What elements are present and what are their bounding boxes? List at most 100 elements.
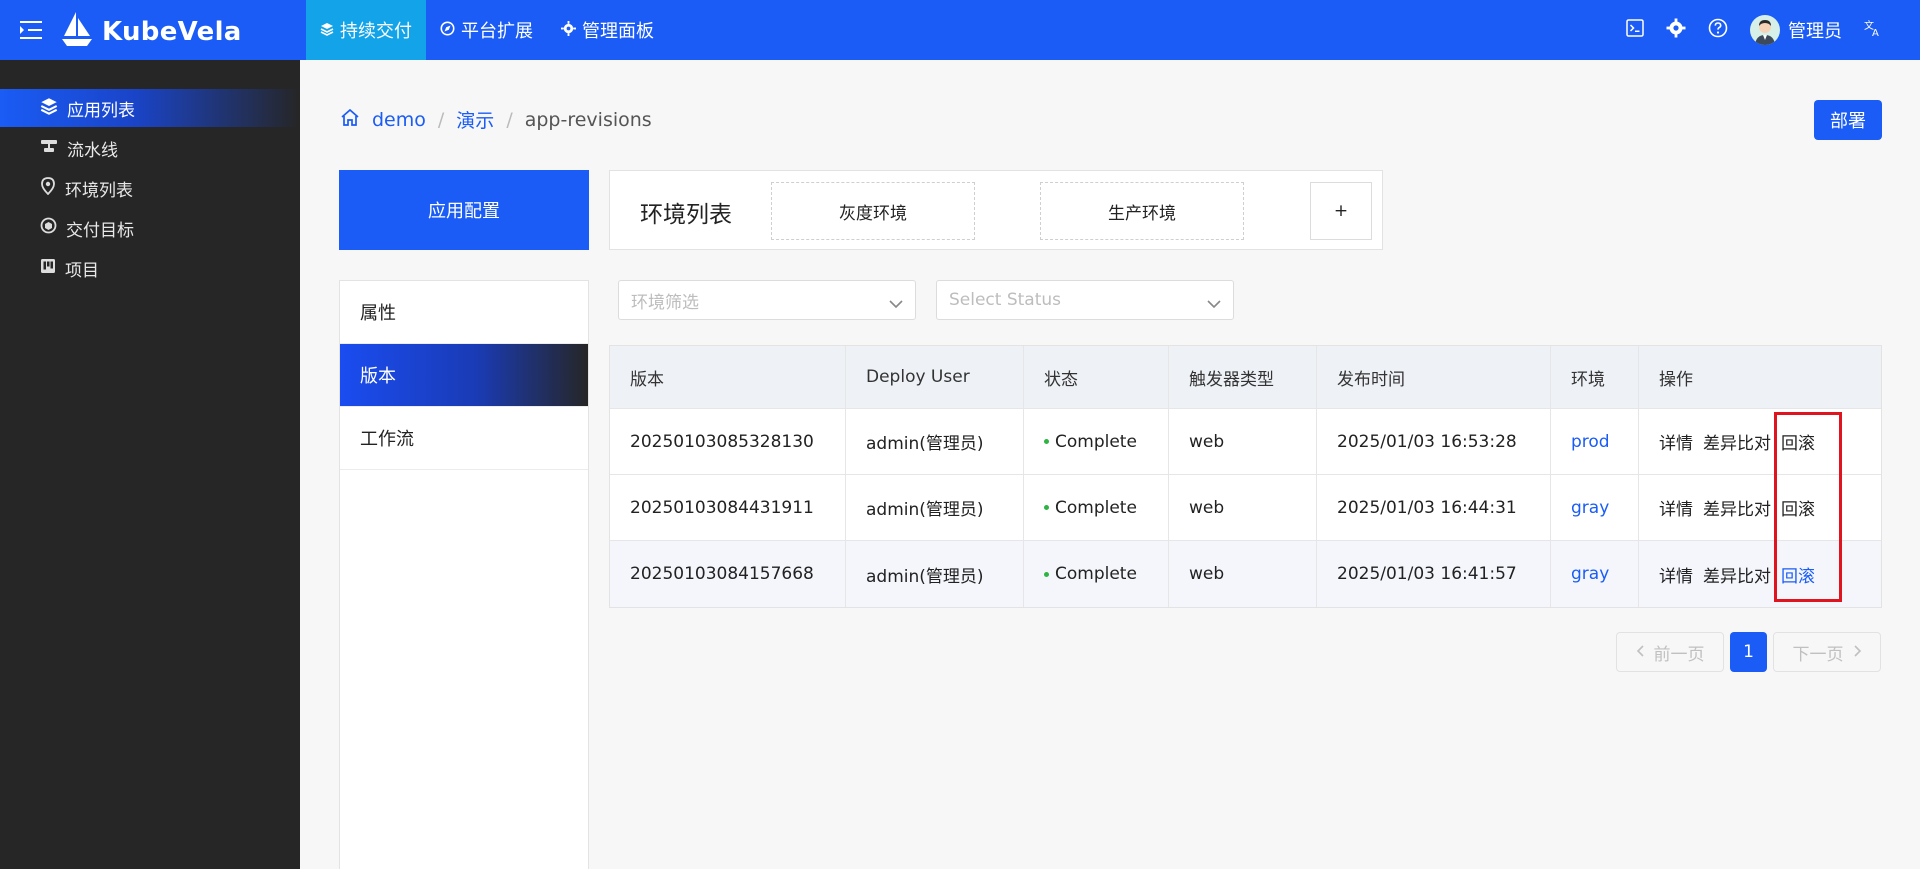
deploy-button[interactable]: 部署	[1814, 100, 1882, 140]
column-header-trigger: 触发器类型	[1169, 346, 1317, 408]
cell-trigger: web	[1169, 409, 1317, 474]
svg-text:A: A	[1872, 28, 1879, 37]
terminal-icon[interactable]	[1626, 18, 1644, 42]
environment-link[interactable]: gray	[1571, 498, 1609, 518]
previous-page-button[interactable]: 前一页	[1616, 632, 1724, 672]
cell-version: 20250103084157668	[610, 541, 846, 607]
compass-icon	[440, 20, 455, 41]
detail-action[interactable]: 详情	[1659, 562, 1693, 587]
sidebar-item-targets[interactable]: 交付目标	[0, 209, 300, 247]
sidebar-item-label: 交付目标	[66, 220, 134, 241]
tab-workflow[interactable]: 工作流	[340, 407, 588, 470]
gear-icon	[561, 20, 576, 41]
breadcrumb-separator: /	[506, 108, 513, 131]
cell-version: 20250103085328130	[610, 409, 846, 474]
environment-list-title: 环境列表	[640, 202, 732, 228]
cell-publish-time: 2025/01/03 16:44:31	[1317, 475, 1551, 540]
app-config-button[interactable]: 应用配置	[339, 170, 589, 250]
app-logo[interactable]: KubeVela	[60, 10, 242, 53]
detail-action[interactable]: 详情	[1659, 429, 1693, 454]
sailboat-icon	[60, 10, 94, 53]
nav-label: 管理面板	[582, 21, 654, 42]
nav-label: 平台扩展	[461, 21, 533, 42]
nav-admin-panel[interactable]: 管理面板	[547, 0, 668, 60]
next-page-button[interactable]: 下一页	[1773, 632, 1881, 672]
environment-link[interactable]: gray	[1571, 564, 1609, 584]
top-bar: KubeVela 持续交付 平台扩展 管理面板 管理员 文A	[0, 0, 1920, 60]
sidebar-item-projects[interactable]: 项目	[0, 249, 300, 287]
sidebar-item-environments[interactable]: 环境列表	[0, 169, 300, 207]
sidebar-item-label: 流水线	[67, 140, 118, 161]
environment-list: 环境列表 灰度环境 生产环境 +	[609, 170, 1383, 250]
column-header-publish-time: 发布时间	[1317, 346, 1551, 408]
add-environment-button[interactable]: +	[1310, 182, 1372, 240]
logo-text: KubeVela	[102, 16, 242, 47]
breadcrumb-separator: /	[437, 108, 445, 131]
column-header-environment: 环境	[1551, 346, 1639, 408]
chevron-down-icon	[1207, 294, 1221, 314]
revisions-table: 版本 Deploy User 状态 触发器类型 发布时间 环境 操作 20250…	[609, 345, 1882, 608]
cell-environment: gray	[1551, 475, 1639, 540]
cell-actions: 详情 差异比对 回滚	[1639, 475, 1881, 540]
highlight-annotation-box	[1774, 412, 1842, 602]
nav-continuous-delivery[interactable]: 持续交付	[306, 0, 426, 60]
diff-action[interactable]: 差异比对	[1703, 562, 1771, 587]
chevron-left-icon	[1636, 642, 1644, 662]
sidebar: 应用列表 流水线 环境列表 交付目标 项目	[0, 60, 300, 869]
breadcrumb-current: app-revisions	[524, 108, 652, 131]
status-text: Complete	[1055, 497, 1137, 518]
next-page-label: 下一页	[1792, 644, 1844, 665]
status-filter-select[interactable]: Select Status	[936, 280, 1234, 320]
tab-revisions[interactable]: 版本	[340, 344, 588, 407]
menu-icon[interactable]	[20, 19, 44, 41]
cell-trigger: web	[1169, 475, 1317, 540]
cell-actions: 详情 差异比对 回滚	[1639, 409, 1881, 474]
help-icon[interactable]	[1708, 18, 1728, 43]
cell-deploy-user: admin(管理员)	[846, 541, 1024, 607]
detail-action[interactable]: 详情	[1659, 495, 1693, 520]
user-name: 管理员	[1788, 21, 1842, 42]
env-card-gray[interactable]: 灰度环境	[771, 182, 975, 240]
home-icon[interactable]	[340, 108, 360, 132]
diff-action[interactable]: 差异比对	[1703, 429, 1771, 454]
chevron-right-icon	[1853, 642, 1862, 662]
breadcrumb-app[interactable]: 演示	[456, 106, 494, 133]
column-header-deploy-user: Deploy User	[846, 346, 1024, 408]
sidebar-item-label: 项目	[65, 260, 99, 281]
column-header-actions: 操作	[1659, 369, 1693, 390]
table-row: 20250103084431911 admin(管理员) Complete we…	[610, 475, 1881, 541]
breadcrumb: demo / 演示 / app-revisions	[340, 106, 652, 133]
target-icon	[40, 217, 57, 239]
environment-filter-select[interactable]: 环境筛选	[618, 280, 916, 320]
layers-icon	[40, 97, 58, 120]
status-dot	[1044, 571, 1049, 577]
tab-properties[interactable]: 属性	[340, 281, 588, 344]
diff-action[interactable]: 差异比对	[1703, 495, 1771, 520]
column-header-status: 状态	[1024, 346, 1169, 408]
chevron-down-icon	[889, 294, 903, 314]
sidebar-item-applications[interactable]: 应用列表	[0, 89, 300, 127]
project-board-icon	[40, 258, 56, 279]
nav-platform-extension[interactable]: 平台扩展	[426, 0, 547, 60]
cell-deploy-user: admin(管理员)	[846, 475, 1024, 540]
sidebar-item-pipelines[interactable]: 流水线	[0, 129, 300, 167]
status-text: Complete	[1055, 431, 1137, 452]
user-menu[interactable]: 管理员	[1750, 15, 1842, 45]
environment-link[interactable]: prod	[1571, 432, 1610, 452]
nav-label: 持续交付	[340, 21, 412, 42]
settings-icon[interactable]	[1666, 18, 1686, 43]
app-detail-tabs: 属性 版本 工作流	[339, 280, 589, 869]
breadcrumb-project[interactable]: demo	[372, 109, 426, 131]
env-card-production[interactable]: 生产环境	[1040, 182, 1244, 240]
page-1-button[interactable]: 1	[1730, 632, 1767, 672]
location-pin-icon	[40, 176, 56, 200]
column-header-version: 版本	[610, 346, 846, 408]
pipeline-icon	[40, 138, 58, 159]
avatar	[1750, 15, 1780, 45]
environment-filter-placeholder: 环境筛选	[631, 292, 699, 313]
layers-icon	[320, 20, 334, 41]
cell-environment: prod	[1551, 409, 1639, 474]
translate-icon[interactable]: 文A	[1864, 19, 1882, 42]
cell-status: Complete	[1024, 541, 1169, 607]
top-right-tools: 管理员 文A	[1626, 0, 1882, 60]
